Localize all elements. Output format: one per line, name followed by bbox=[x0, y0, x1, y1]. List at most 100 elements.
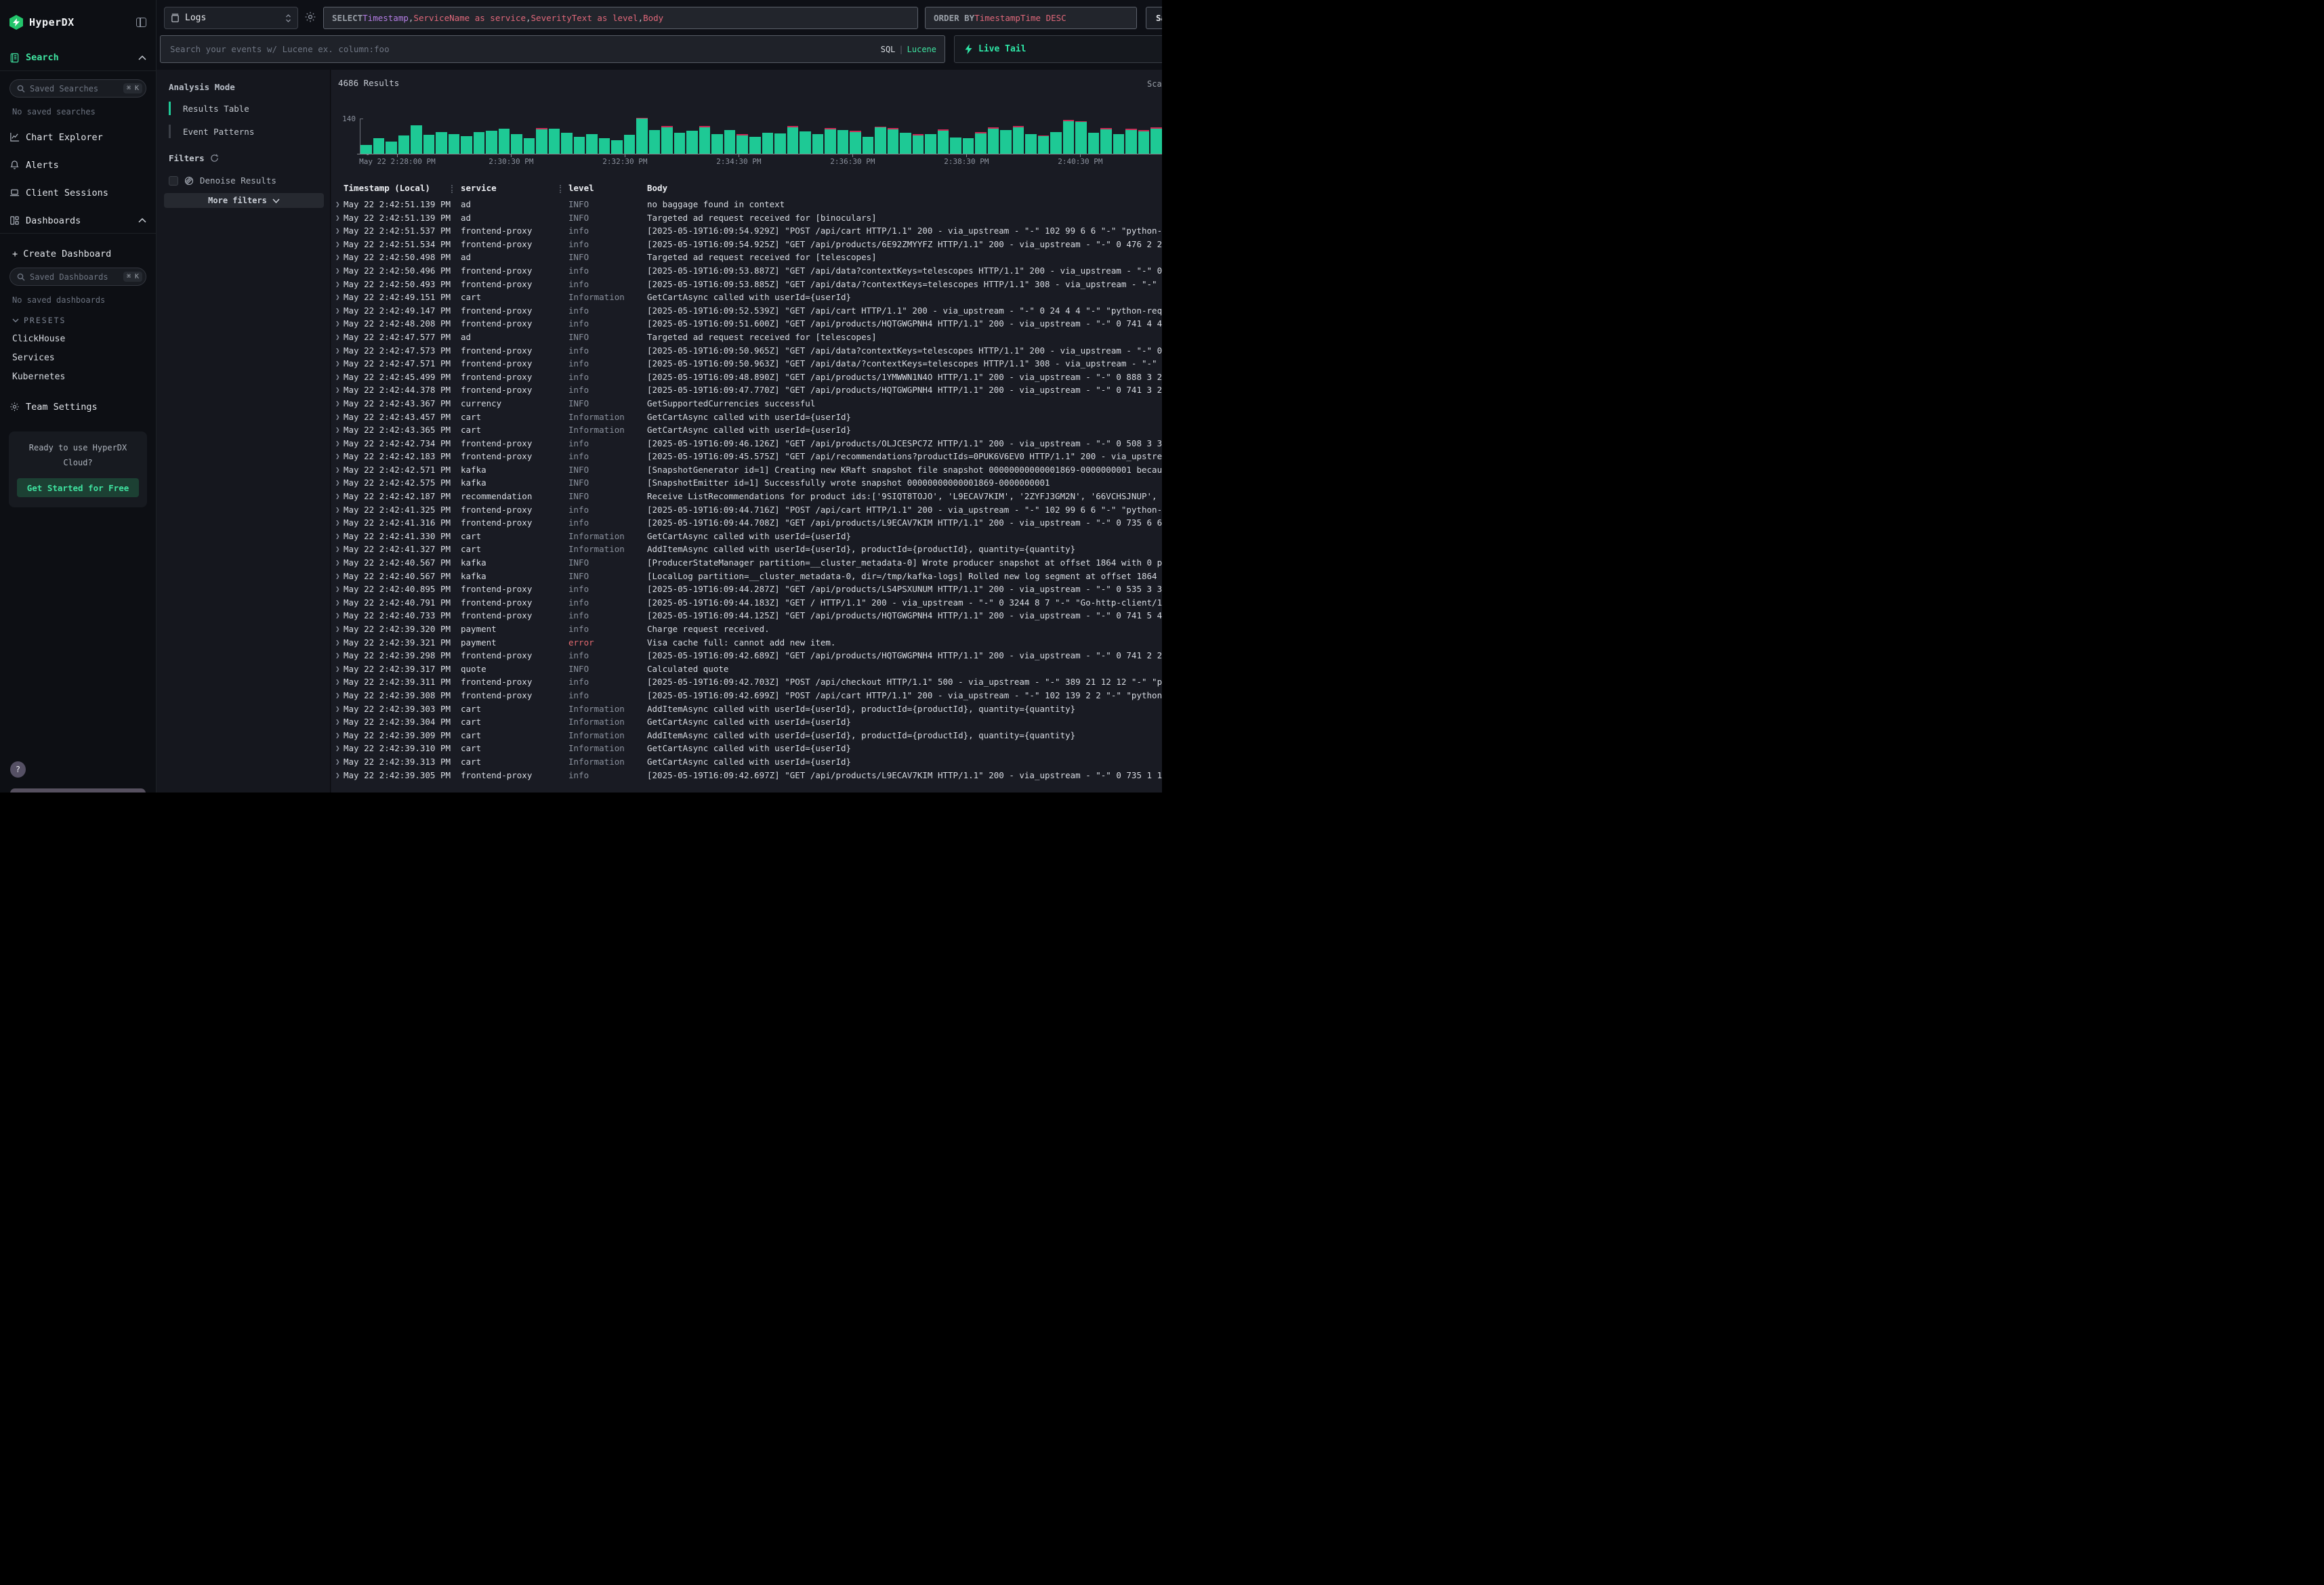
log-row[interactable]: ❯ May 22 2:42:40.567 PM kafka INFO [Prod… bbox=[331, 556, 1162, 570]
expand-chevron-icon[interactable]: ❯ bbox=[331, 675, 344, 689]
log-row[interactable]: ❯ May 22 2:42:40.733 PM frontend-proxy i… bbox=[331, 609, 1162, 622]
log-row[interactable]: ❯ May 22 2:42:47.573 PM frontend-proxy i… bbox=[331, 344, 1162, 358]
mode-results-table[interactable]: Results Table bbox=[169, 102, 330, 115]
refresh-icon[interactable] bbox=[210, 154, 219, 163]
more-filters-button[interactable]: More filters bbox=[164, 193, 324, 208]
expand-chevron-icon[interactable]: ❯ bbox=[331, 211, 344, 225]
expand-chevron-icon[interactable]: ❯ bbox=[331, 490, 344, 503]
sidebar-item-client-sessions[interactable]: Client Sessions bbox=[0, 186, 156, 200]
expand-chevron-icon[interactable]: ❯ bbox=[331, 476, 344, 490]
expand-chevron-icon[interactable]: ❯ bbox=[331, 543, 344, 556]
log-row[interactable]: ❯ May 22 2:42:39.321 PM payment error Vi… bbox=[331, 636, 1162, 650]
event-search-input[interactable]: Search your events w/ Lucene ex. column:… bbox=[160, 35, 945, 63]
sidebar-item-chart-explorer[interactable]: Chart Explorer bbox=[0, 130, 156, 144]
log-row[interactable]: ❯ May 22 2:42:39.311 PM frontend-proxy i… bbox=[331, 675, 1162, 689]
log-row[interactable]: ❯ May 22 2:42:42.575 PM kafka INFO [Snap… bbox=[331, 476, 1162, 490]
log-row[interactable]: ❯ May 22 2:42:39.317 PM quote INFO Calcu… bbox=[331, 662, 1162, 676]
sidebar-item-alerts[interactable]: Alerts bbox=[0, 158, 156, 172]
log-row[interactable]: ❯ May 22 2:42:39.303 PM cart Information… bbox=[331, 702, 1162, 716]
denoise-results-toggle[interactable]: Denoise Results bbox=[169, 175, 330, 186]
log-row[interactable]: ❯ May 22 2:42:40.567 PM kafka INFO [Loca… bbox=[331, 570, 1162, 583]
log-row[interactable]: ❯ May 22 2:42:48.208 PM frontend-proxy i… bbox=[331, 317, 1162, 331]
log-row[interactable]: ❯ May 22 2:42:50.496 PM frontend-proxy i… bbox=[331, 264, 1162, 278]
source-select[interactable]: Logs bbox=[164, 7, 298, 29]
expand-chevron-icon[interactable]: ❯ bbox=[331, 715, 344, 729]
live-tail-button[interactable]: Live Tail bbox=[954, 35, 1162, 63]
order-by-input[interactable]: ORDER BY TimestampTime DESC bbox=[925, 7, 1137, 29]
log-row[interactable]: ❯ May 22 2:42:40.895 PM frontend-proxy i… bbox=[331, 583, 1162, 596]
log-row[interactable]: ❯ May 22 2:42:39.320 PM payment info Cha… bbox=[331, 622, 1162, 636]
log-row[interactable]: ❯ May 22 2:42:50.493 PM frontend-proxy i… bbox=[331, 278, 1162, 291]
sidebar-item-dashboards[interactable]: Dashboards bbox=[0, 213, 156, 228]
col-header-body[interactable]: Body bbox=[646, 183, 1162, 196]
log-row[interactable]: ❯ May 22 2:42:42.734 PM frontend-proxy i… bbox=[331, 437, 1162, 450]
mode-event-patterns[interactable]: Event Patterns bbox=[169, 125, 330, 138]
log-row[interactable]: ❯ May 22 2:42:42.183 PM frontend-proxy i… bbox=[331, 450, 1162, 463]
expand-chevron-icon[interactable]: ❯ bbox=[331, 317, 344, 331]
expand-chevron-icon[interactable]: ❯ bbox=[331, 291, 344, 304]
log-row[interactable]: ❯ May 22 2:42:42.571 PM kafka INFO [Snap… bbox=[331, 463, 1162, 477]
sidebar-item-services[interactable]: Services bbox=[12, 353, 146, 363]
log-row[interactable]: ❯ May 22 2:42:43.365 PM cart Information… bbox=[331, 423, 1162, 437]
log-row[interactable]: ❯ May 22 2:42:50.498 PM ad INFO Targeted… bbox=[331, 251, 1162, 264]
help-button[interactable]: ? bbox=[10, 761, 26, 778]
expand-chevron-icon[interactable]: ❯ bbox=[331, 331, 344, 344]
expand-chevron-icon[interactable]: ❯ bbox=[331, 251, 344, 264]
log-row[interactable]: ❯ May 22 2:42:44.378 PM frontend-proxy i… bbox=[331, 383, 1162, 397]
expand-chevron-icon[interactable]: ❯ bbox=[331, 357, 344, 371]
expand-chevron-icon[interactable]: ❯ bbox=[331, 755, 344, 769]
expand-chevron-icon[interactable]: ❯ bbox=[331, 742, 344, 755]
sidebar-item-search[interactable]: Search bbox=[0, 50, 156, 65]
expand-chevron-icon[interactable]: ❯ bbox=[331, 769, 344, 782]
sidebar-item-kubernetes[interactable]: Kubernetes bbox=[12, 372, 146, 382]
expand-chevron-icon[interactable]: ❯ bbox=[331, 383, 344, 397]
log-row[interactable]: ❯ May 22 2:42:41.316 PM frontend-proxy i… bbox=[331, 516, 1162, 530]
log-row[interactable]: ❯ May 22 2:42:39.298 PM frontend-proxy i… bbox=[331, 649, 1162, 662]
expand-chevron-icon[interactable]: ❯ bbox=[331, 463, 344, 477]
log-row[interactable]: ❯ May 22 2:42:39.308 PM frontend-proxy i… bbox=[331, 689, 1162, 702]
col-header-level[interactable]: level bbox=[567, 183, 646, 196]
log-row[interactable]: ❯ May 22 2:42:40.791 PM frontend-proxy i… bbox=[331, 596, 1162, 610]
log-row[interactable]: ❯ May 22 2:42:41.325 PM frontend-proxy i… bbox=[331, 503, 1162, 517]
query-language-toggle[interactable]: SQL|Lucene bbox=[881, 45, 936, 54]
expand-chevron-icon[interactable]: ❯ bbox=[331, 570, 344, 583]
log-row[interactable]: ❯ May 22 2:42:43.457 PM cart Information… bbox=[331, 410, 1162, 424]
expand-chevron-icon[interactable]: ❯ bbox=[331, 729, 344, 742]
col-header-service[interactable]: service bbox=[459, 183, 567, 196]
log-row[interactable]: ❯ May 22 2:42:45.499 PM frontend-proxy i… bbox=[331, 371, 1162, 384]
log-row[interactable]: ❯ May 22 2:42:41.327 PM cart Information… bbox=[331, 543, 1162, 556]
expand-chevron-icon[interactable]: ❯ bbox=[331, 264, 344, 278]
log-row[interactable]: ❯ May 22 2:42:39.304 PM cart Information… bbox=[331, 715, 1162, 729]
log-row[interactable]: ❯ May 22 2:42:47.571 PM frontend-proxy i… bbox=[331, 357, 1162, 371]
sidebar-collapse-icon[interactable] bbox=[136, 18, 146, 27]
log-row[interactable]: ❯ May 22 2:42:51.537 PM frontend-proxy i… bbox=[331, 224, 1162, 238]
log-row[interactable]: ❯ May 22 2:42:39.313 PM cart Information… bbox=[331, 755, 1162, 769]
expand-chevron-icon[interactable]: ❯ bbox=[331, 622, 344, 636]
saved-searches-input[interactable]: Saved Searches ⌘ K bbox=[9, 79, 146, 98]
log-row[interactable]: ❯ May 22 2:42:41.330 PM cart Information… bbox=[331, 530, 1162, 543]
expand-chevron-icon[interactable]: ❯ bbox=[331, 649, 344, 662]
log-row[interactable]: ❯ May 22 2:42:51.139 PM ad INFO Targeted… bbox=[331, 211, 1162, 225]
expand-chevron-icon[interactable]: ❯ bbox=[331, 423, 344, 437]
select-clause-input[interactable]: SELECT Timestamp, ServiceName as service… bbox=[323, 7, 918, 29]
expand-chevron-icon[interactable]: ❯ bbox=[331, 450, 344, 463]
source-settings-gear-icon[interactable] bbox=[304, 11, 318, 24]
expand-chevron-icon[interactable]: ❯ bbox=[331, 238, 344, 251]
log-row[interactable]: ❯ May 22 2:42:47.577 PM ad INFO Targeted… bbox=[331, 331, 1162, 344]
log-row[interactable]: ❯ May 22 2:42:51.534 PM frontend-proxy i… bbox=[331, 238, 1162, 251]
log-row[interactable]: ❯ May 22 2:42:49.147 PM frontend-proxy i… bbox=[331, 304, 1162, 318]
log-row[interactable]: ❯ May 22 2:42:39.309 PM cart Information… bbox=[331, 729, 1162, 742]
log-row[interactable]: ❯ May 22 2:42:39.310 PM cart Information… bbox=[331, 742, 1162, 755]
expand-chevron-icon[interactable]: ❯ bbox=[331, 344, 344, 358]
expand-chevron-icon[interactable]: ❯ bbox=[331, 304, 344, 318]
expand-chevron-icon[interactable]: ❯ bbox=[331, 278, 344, 291]
expand-chevron-icon[interactable]: ❯ bbox=[331, 583, 344, 596]
expand-chevron-icon[interactable]: ❯ bbox=[331, 437, 344, 450]
log-row[interactable]: ❯ May 22 2:42:42.187 PM recommendation I… bbox=[331, 490, 1162, 503]
expand-chevron-icon[interactable]: ❯ bbox=[331, 198, 344, 211]
saved-dashboards-input[interactable]: Saved Dashboards ⌘ K bbox=[9, 268, 146, 286]
chevron-up-icon[interactable] bbox=[138, 56, 146, 60]
expand-chevron-icon[interactable]: ❯ bbox=[331, 503, 344, 517]
log-row[interactable]: ❯ May 22 2:42:39.305 PM frontend-proxy i… bbox=[331, 769, 1162, 782]
expand-chevron-icon[interactable]: ❯ bbox=[331, 224, 344, 238]
